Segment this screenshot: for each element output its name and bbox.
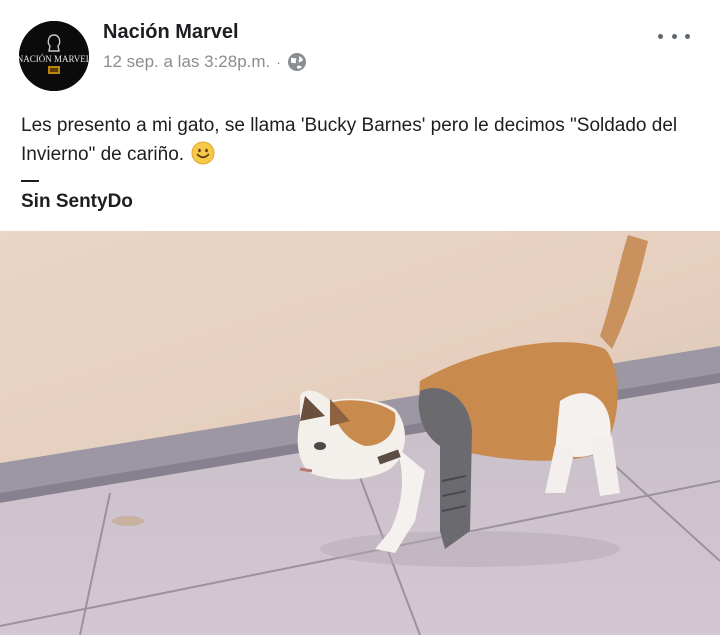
- more-options-icon[interactable]: [658, 25, 690, 47]
- globe-icon[interactable]: [287, 52, 307, 72]
- avatar-logo: NACIÓN MARVEL: [19, 21, 89, 91]
- avatar-text: NACIÓN MARVEL: [19, 54, 89, 64]
- signature: Sin SentyDo: [21, 191, 133, 212]
- post-meta: 12 sep. a las 3:28p.m. ·: [103, 52, 307, 72]
- page-name[interactable]: Nación Marvel: [103, 21, 239, 44]
- smiling-face-emoji: [191, 141, 215, 165]
- more-dot: [685, 33, 690, 39]
- cat-walking-photo[interactable]: [0, 231, 720, 635]
- page-avatar[interactable]: NACIÓN MARVEL: [19, 21, 89, 91]
- post-header: NACIÓN MARVEL Nación Marvel 12 sep. a la…: [0, 0, 720, 100]
- meta-separator: ·: [276, 54, 281, 70]
- signature-dash: [21, 180, 39, 182]
- post-text: Les presento a mi gato, se llama 'Bucky …: [21, 115, 678, 165]
- more-dot: [658, 33, 663, 39]
- more-dot: [671, 33, 677, 39]
- post-timestamp[interactable]: 12 sep. a las 3:28p.m.: [103, 52, 270, 72]
- post-body: Les presento a mi gato, se llama 'Bucky …: [21, 111, 701, 169]
- photo-illustration: [0, 231, 720, 635]
